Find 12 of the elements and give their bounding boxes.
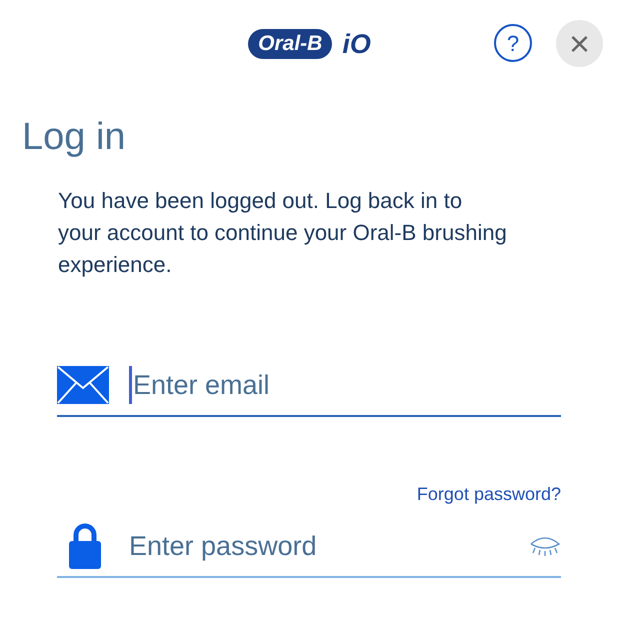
page-title: Log in (22, 115, 127, 159)
help-button[interactable]: ? (494, 24, 532, 62)
forgot-password-link[interactable]: Forgot password? (416, 481, 561, 508)
lock-icon (69, 523, 101, 569)
logo-suffix: iO (342, 28, 371, 61)
brand-logo: Oral-B (248, 29, 332, 59)
password-field[interactable]: Enter password (129, 526, 529, 566)
logout-message: You have been logged out. Log back in to your account to continue your Oral-B brushing experience. (58, 187, 508, 279)
closed-eye-icon[interactable] (529, 536, 561, 556)
envelope-icon (57, 366, 109, 404)
email-field[interactable]: Enter email (133, 364, 561, 406)
close-button[interactable]: × (556, 20, 603, 67)
